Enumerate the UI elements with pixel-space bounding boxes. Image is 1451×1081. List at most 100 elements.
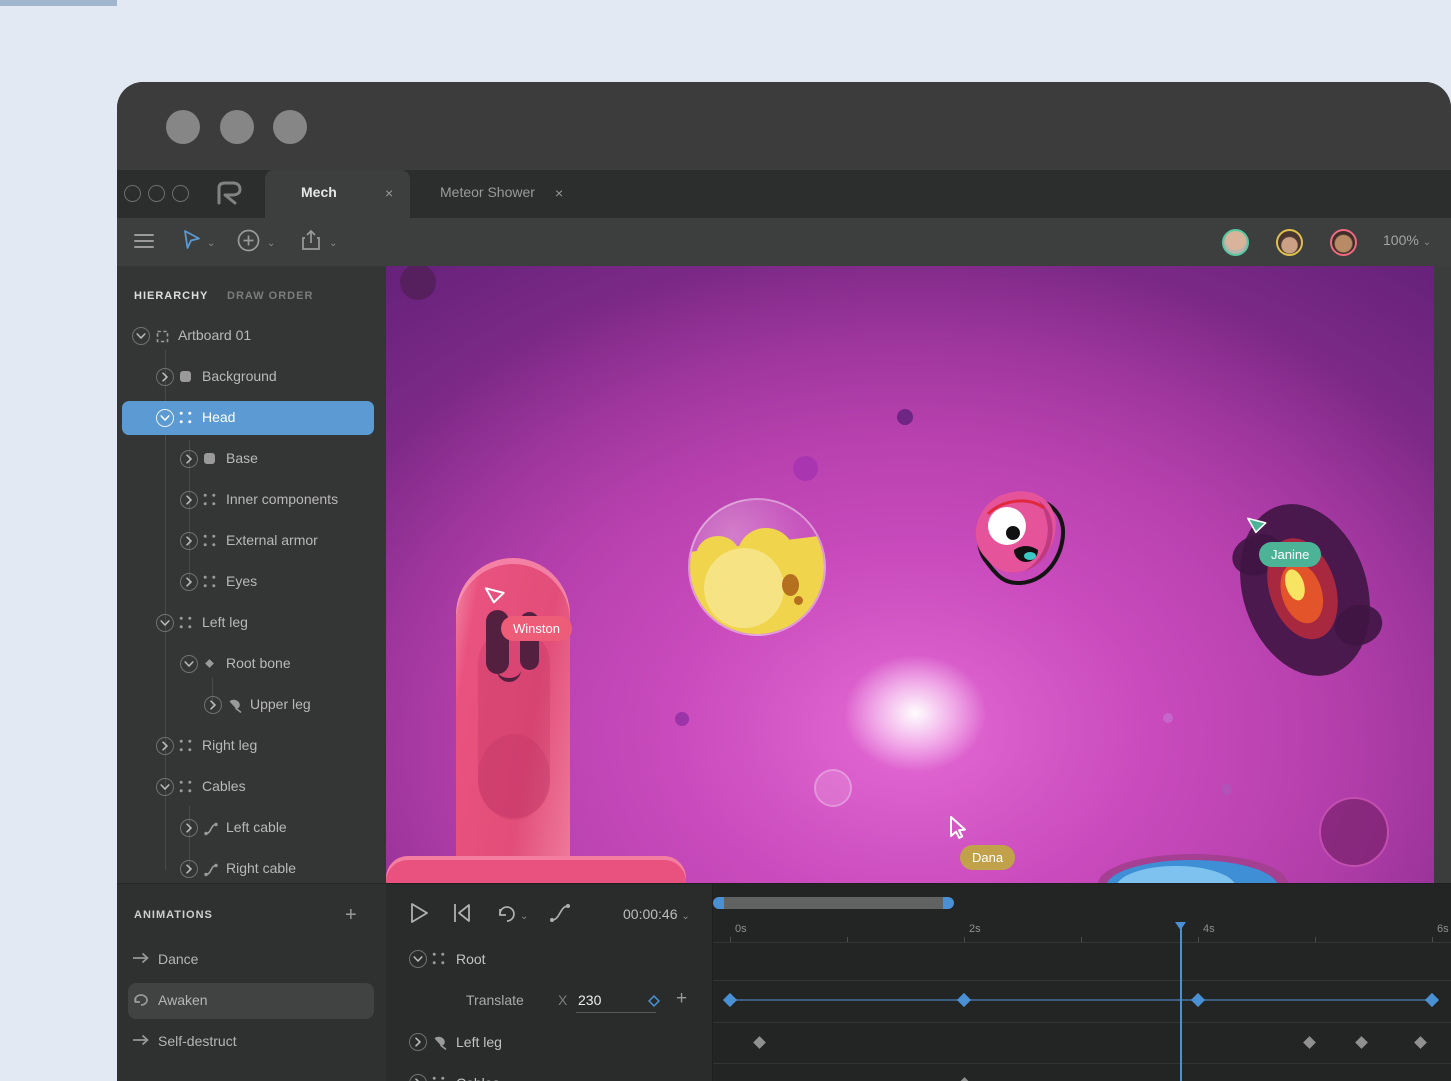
tab-meteor-shower[interactable]: Meteor Shower × [427, 170, 587, 218]
export-icon[interactable] [300, 228, 322, 252]
group-icon [179, 780, 192, 798]
keyframe-diamond[interactable] [753, 1036, 766, 1049]
expand--icon[interactable] [180, 450, 198, 468]
tree-row-eyes[interactable]: Eyes [117, 564, 386, 600]
timeline-tracks-area[interactable]: 0s2s4s6s [712, 884, 1451, 1081]
expand-collapse-icon[interactable] [132, 327, 150, 345]
expand--icon[interactable] [204, 696, 222, 714]
tree-row-artboard-01[interactable]: Artboard 01 [117, 318, 386, 354]
canvas-dot [675, 712, 689, 726]
avatar-3[interactable] [1330, 229, 1357, 256]
window-dot-3[interactable] [273, 110, 307, 144]
tree-label: Head [202, 409, 235, 425]
cursor-winston [484, 584, 508, 613]
tree-row-right-leg[interactable]: Right leg [117, 728, 386, 764]
tab-meteor-shower-close-icon[interactable]: × [555, 185, 563, 201]
animation-item-awaken[interactable]: Awaken [117, 983, 386, 1019]
expand--icon[interactable] [156, 737, 174, 755]
tree-row-left-cable[interactable]: Left cable [117, 810, 386, 846]
tree-label: Inner components [226, 491, 338, 507]
interpolation-icon[interactable] [548, 901, 572, 925]
keyframe-diamond[interactable] [1425, 993, 1439, 1007]
tree-label: Cables [202, 778, 246, 794]
keyframe-diamond[interactable] [958, 1077, 971, 1081]
expand-icon[interactable] [409, 950, 427, 968]
timeline-panel: ⌄ 00:00:46 ⌄ Translate X 230 + RootLeft … [386, 883, 1451, 1081]
expand-collapse-icon[interactable] [156, 778, 174, 796]
expand--icon[interactable] [156, 368, 174, 386]
tab-draw-order[interactable]: DRAW ORDER [227, 290, 313, 302]
tree-row-inner-components[interactable]: Inner components [117, 482, 386, 518]
expand--icon[interactable] [180, 860, 198, 878]
keyframe-diamond[interactable] [1355, 1036, 1368, 1049]
canvas-dot [1221, 784, 1232, 795]
expand--icon[interactable] [180, 819, 198, 837]
keyframe-diamond[interactable] [957, 993, 971, 1007]
scrollbar-left-cap[interactable] [713, 897, 724, 909]
expand--icon[interactable] [180, 573, 198, 591]
tree-row-background[interactable]: Background [117, 359, 386, 395]
add-key-icon[interactable]: + [676, 988, 687, 1010]
set-key-icon[interactable] [647, 994, 661, 1008]
expand--icon[interactable] [180, 491, 198, 509]
tree-row-cables[interactable]: Cables [117, 769, 386, 805]
tree-row-head[interactable]: Head [117, 400, 386, 436]
keyframe-diamond[interactable] [1303, 1036, 1316, 1049]
skip-to-start-icon[interactable] [452, 901, 472, 925]
select-tool-icon[interactable] [181, 229, 203, 251]
traffic-light-1[interactable] [124, 185, 141, 202]
ruler-label: 4s [1203, 923, 1215, 935]
keyframe-diamond[interactable] [1414, 1036, 1427, 1049]
animation-label: Self-destruct [158, 1033, 237, 1049]
avatar-1[interactable] [1222, 229, 1249, 256]
tab-mech-label: Mech [301, 184, 337, 200]
property-value-input[interactable]: 230 [578, 992, 601, 1008]
tree-row-right-cable[interactable]: Right cable [117, 851, 386, 883]
add-shape-caret-icon[interactable]: ⌄ [267, 238, 275, 249]
timeline-scrollbar[interactable] [713, 897, 954, 909]
traffic-light-3[interactable] [172, 185, 189, 202]
expand-collapse-icon[interactable] [156, 409, 174, 427]
animation-item-self-destruct[interactable]: Self-destruct [117, 1024, 386, 1060]
screenshot: Mech × Meteor Shower × ⌄ ⌄ [0, 0, 1451, 1080]
tree-label: Upper leg [250, 696, 311, 712]
zoom-control[interactable]: 100% ⌄ [1383, 232, 1431, 248]
expand-collapse-icon[interactable] [180, 655, 198, 673]
tree-row-left-leg[interactable]: Left leg [117, 605, 386, 641]
canvas-dot [1163, 713, 1173, 723]
animation-label: Awaken [158, 992, 208, 1008]
tree-row-upper-leg[interactable]: Upper leg [117, 687, 386, 723]
tree-label: Background [202, 368, 277, 384]
play-icon[interactable] [408, 901, 430, 925]
tree-row-root-bone[interactable]: Root bone [117, 646, 386, 682]
canvas-viewport[interactable]: WinstonJanineDana [386, 266, 1434, 883]
tab-mech[interactable]: Mech × [265, 170, 410, 218]
export-caret-icon[interactable]: ⌄ [329, 238, 337, 249]
add-shape-icon[interactable] [237, 229, 260, 252]
tab-mech-close-icon[interactable]: × [385, 185, 393, 201]
canvas-dot [400, 266, 436, 300]
menu-icon[interactable] [134, 232, 154, 250]
canvas-right-gutter [1434, 266, 1451, 883]
window-dot-1[interactable] [166, 110, 200, 144]
animation-item-dance[interactable]: Dance [117, 942, 386, 978]
loop-mode-caret-icon[interactable]: ⌄ [520, 911, 528, 922]
select-tool-caret-icon[interactable]: ⌄ [207, 238, 215, 249]
tree-row-external-armor[interactable]: External armor [117, 523, 386, 559]
rive-logo-icon[interactable] [213, 178, 247, 210]
playhead-line[interactable] [1180, 927, 1182, 1081]
add-animation-icon[interactable]: + [345, 904, 357, 927]
keyframe-diamond[interactable] [1191, 993, 1205, 1007]
expand--icon[interactable] [180, 532, 198, 550]
tab-hierarchy[interactable]: HIERARCHY [134, 290, 208, 302]
tree-row-base[interactable]: Base [117, 441, 386, 477]
avatar-2[interactable] [1276, 229, 1303, 256]
window-dot-2[interactable] [220, 110, 254, 144]
loop-mode-icon[interactable] [496, 903, 518, 923]
expand-collapse-icon[interactable] [156, 614, 174, 632]
traffic-light-2[interactable] [148, 185, 165, 202]
current-time[interactable]: 00:00:46 ⌄ [623, 906, 690, 922]
scrollbar-right-cap[interactable] [943, 897, 954, 909]
keyframe-diamond[interactable] [723, 993, 737, 1007]
expand-icon[interactable] [409, 1033, 427, 1051]
